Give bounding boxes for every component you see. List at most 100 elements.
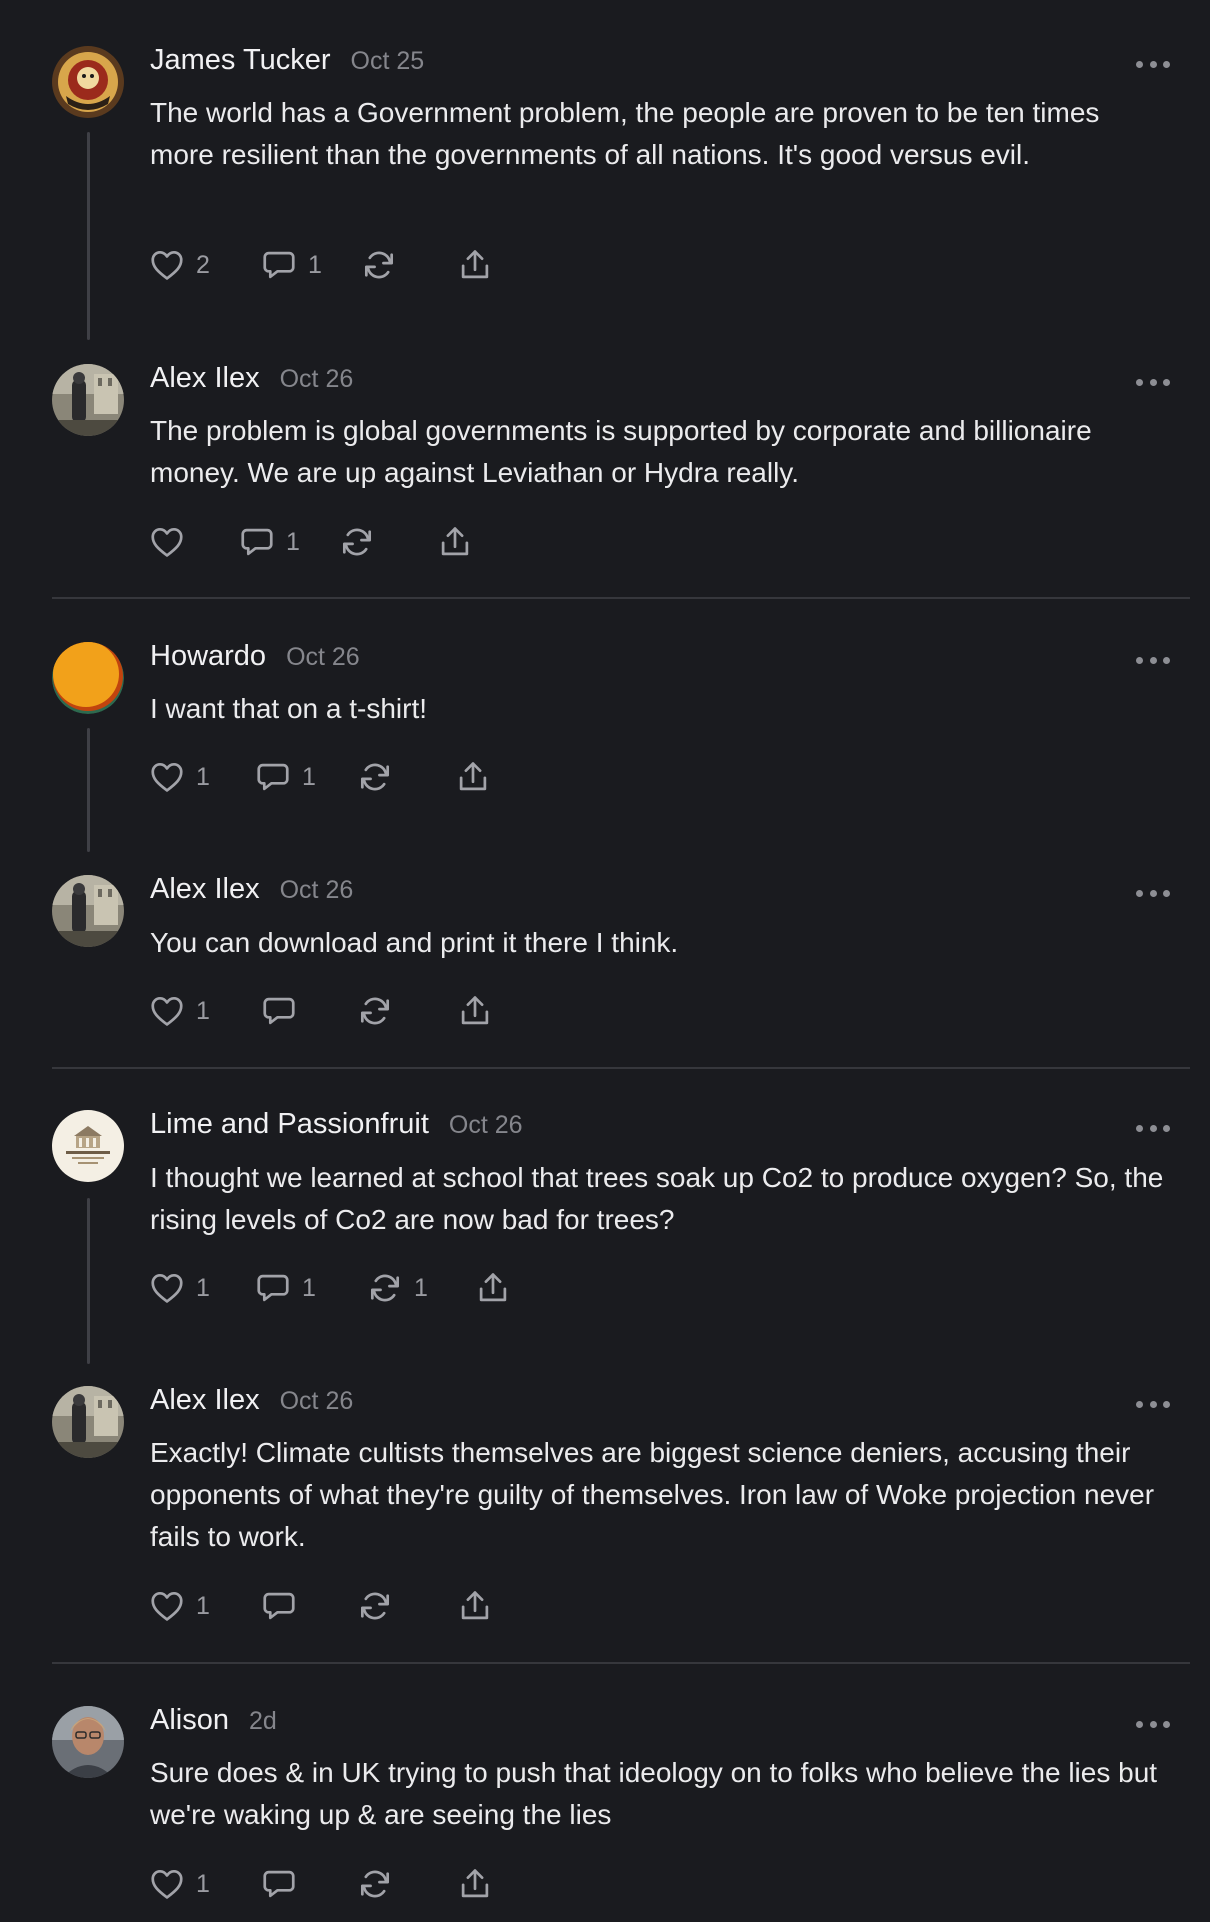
like-button[interactable]: 2: [148, 245, 210, 285]
comment-header: Alison 2d: [150, 1704, 277, 1737]
avatar[interactable]: [52, 875, 124, 947]
like-count: 1: [196, 1869, 210, 1898]
publication-logo-avatar: [52, 1110, 124, 1182]
share-button[interactable]: [474, 1268, 512, 1308]
heart-icon: [148, 1269, 186, 1307]
share-icon: [474, 1269, 512, 1307]
orange-circle-avatar: [52, 642, 124, 714]
reply-count: 1: [302, 762, 316, 791]
share-button[interactable]: [456, 245, 494, 285]
repost-button[interactable]: [360, 245, 398, 285]
thread-line: [87, 728, 90, 852]
share-icon: [436, 523, 474, 561]
comment-date[interactable]: Oct 26: [280, 876, 354, 905]
reply-button[interactable]: [260, 1586, 298, 1626]
comment-header: James Tucker Oct 25: [150, 44, 424, 77]
like-button[interactable]: 1: [148, 1864, 210, 1904]
like-button[interactable]: 1: [148, 757, 210, 797]
like-button[interactable]: 1: [148, 991, 210, 1031]
reply-count: 1: [286, 527, 300, 556]
share-button[interactable]: [436, 522, 474, 562]
statue-photo-avatar: [52, 1386, 124, 1458]
comment-date[interactable]: Oct 26: [286, 643, 360, 672]
more-options-icon[interactable]: [1136, 54, 1170, 74]
share-button[interactable]: [456, 1586, 494, 1626]
comment-date[interactable]: Oct 25: [351, 47, 425, 76]
reply-button[interactable]: 1: [260, 245, 322, 285]
like-button[interactable]: 1: [148, 1586, 210, 1626]
repost-count: 1: [414, 1273, 428, 1302]
like-count: 1: [196, 996, 210, 1025]
more-options-icon[interactable]: [1136, 1118, 1170, 1138]
repost-icon: [356, 992, 394, 1030]
like-button[interactable]: [148, 522, 186, 562]
repost-button[interactable]: [356, 1586, 394, 1626]
like-count: 1: [196, 762, 210, 791]
avatar[interactable]: [52, 1110, 124, 1182]
repost-icon: [356, 1865, 394, 1903]
comment-text: I want that on a t-shirt!: [150, 693, 428, 724]
comment-date[interactable]: 2d: [249, 1707, 277, 1736]
comment-date[interactable]: Oct 26: [280, 1387, 354, 1416]
share-button[interactable]: [456, 1864, 494, 1904]
comment-feed: James Tucker Oct 25 The world has a Govern…: [0, 0, 1210, 1922]
thread-divider: [52, 1067, 1190, 1069]
avatar[interactable]: [52, 46, 124, 118]
avatar[interactable]: [52, 642, 124, 714]
comment-header: Alex Ilex Oct 26: [150, 362, 353, 395]
repost-icon: [356, 758, 394, 796]
repost-button[interactable]: 1: [366, 1268, 428, 1308]
share-button[interactable]: [454, 757, 492, 797]
thread-line: [87, 1198, 90, 1364]
reply-button[interactable]: 1: [238, 522, 300, 562]
comment-icon: [260, 246, 298, 284]
reply-button[interactable]: 1: [254, 757, 316, 797]
repost-button[interactable]: [338, 522, 376, 562]
comment-header: Alex Ilex Oct 26: [150, 873, 353, 906]
reply-count: 1: [302, 1273, 316, 1302]
comment-icon: [260, 992, 298, 1030]
comment-icon: [254, 1269, 292, 1307]
more-options-icon[interactable]: [1136, 1394, 1170, 1414]
comment-text: The world has a Government problem, the …: [150, 97, 1100, 170]
more-options-icon[interactable]: [1136, 372, 1170, 392]
comment-date[interactable]: Oct 26: [449, 1111, 523, 1140]
repost-button[interactable]: [356, 1864, 394, 1904]
avatar[interactable]: [52, 1386, 124, 1458]
author-name[interactable]: Alison: [150, 1704, 229, 1737]
heart-icon: [148, 523, 186, 561]
share-icon: [454, 758, 492, 796]
comment-date[interactable]: Oct 26: [280, 365, 354, 394]
comment-text: Exactly! Climate cultists themselves are…: [150, 1437, 1155, 1552]
more-options-icon[interactable]: [1136, 883, 1170, 903]
repost-icon: [360, 246, 398, 284]
more-options-icon[interactable]: [1136, 650, 1170, 670]
comment-icon: [260, 1587, 298, 1625]
comment-header: Howardo Oct 26: [150, 640, 360, 673]
heart-icon: [148, 992, 186, 1030]
share-button[interactable]: [456, 991, 494, 1031]
author-name[interactable]: Lime and Passionfruit: [150, 1108, 429, 1141]
author-name[interactable]: Alex Ilex: [150, 362, 260, 395]
reply-button[interactable]: [260, 991, 298, 1031]
reply-button[interactable]: 1: [254, 1268, 316, 1308]
repost-icon: [338, 523, 376, 561]
author-name[interactable]: Alex Ilex: [150, 873, 260, 906]
avatar[interactable]: [52, 364, 124, 436]
repost-button[interactable]: [356, 757, 394, 797]
comment-header: Alex Ilex Oct 26: [150, 1384, 353, 1417]
statue-photo-avatar: [52, 364, 124, 436]
author-name[interactable]: Alex Ilex: [150, 1384, 260, 1417]
like-button[interactable]: 1: [148, 1268, 210, 1308]
comment-icon: [238, 523, 276, 561]
reply-button[interactable]: [260, 1864, 298, 1904]
like-count: 1: [196, 1591, 210, 1620]
person-photo-avatar: [52, 1706, 124, 1778]
avatar[interactable]: [52, 1706, 124, 1778]
author-name[interactable]: James Tucker: [150, 44, 331, 77]
more-options-icon[interactable]: [1136, 1714, 1170, 1734]
repost-button[interactable]: [356, 991, 394, 1031]
comment-text: I thought we learned at school that tree…: [150, 1162, 1164, 1235]
comment-header: Lime and Passionfruit Oct 26: [150, 1108, 523, 1141]
author-name[interactable]: Howardo: [150, 640, 266, 673]
